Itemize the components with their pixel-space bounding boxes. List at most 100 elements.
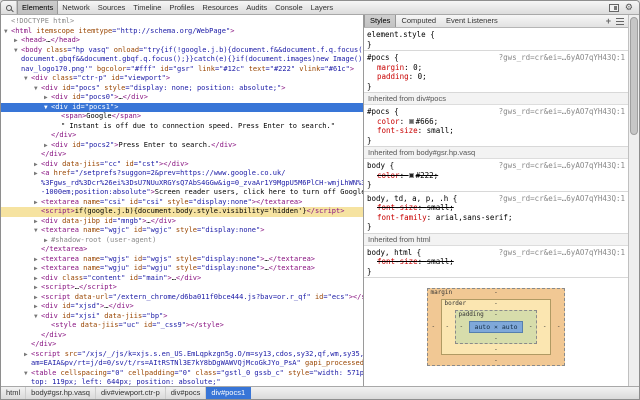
element-state-button list-icon[interactable] <box>616 17 624 25</box>
property-value[interactable]: #666 <box>416 117 434 126</box>
styles-tab-event-listeners[interactable]: Event Listeners <box>441 15 503 27</box>
property-name[interactable]: padding <box>377 72 409 81</box>
dom-tree-line[interactable]: ▶ <script>…</script> <box>1 283 363 293</box>
dom-tree-line[interactable]: ▶ <textarea name="csi" id="csi" style="di… <box>1 198 363 208</box>
css-property[interactable]: color: #666; <box>367 117 625 127</box>
css-property[interactable]: margin: 0; <box>367 63 625 73</box>
disclosure-arrow-icon[interactable]: ▶ <box>44 141 51 151</box>
property-name[interactable]: font-size <box>377 257 418 266</box>
disclosure-arrow-icon[interactable]: ▶ <box>14 36 21 46</box>
disclosure-arrow-icon[interactable]: ▶ <box>34 217 41 227</box>
dom-tree-line[interactable]: ▼ <table cellspacing="0" cellpadding="0" … <box>1 369 363 379</box>
tab-elements[interactable]: Elements <box>17 1 59 14</box>
dom-tree-line[interactable]: document.gbqf&&document.gbqf.q.focus();}… <box>1 55 363 65</box>
disclosure-arrow-icon[interactable]: ▶ <box>44 93 51 103</box>
disclosure-arrow-icon[interactable]: ▼ <box>24 369 31 379</box>
disclosure-arrow-icon[interactable]: ▶ <box>34 283 41 293</box>
disclosure-arrow-icon[interactable]: ▶ <box>34 255 41 265</box>
property-value[interactable]: small <box>427 257 450 266</box>
dom-tree-line[interactable]: ▼ <html itemscope itemtype="http://schema… <box>1 27 363 37</box>
disclosure-arrow-icon[interactable]: ▶ <box>34 169 41 179</box>
tab-network[interactable]: Network <box>58 1 94 14</box>
styles-tab-styles[interactable]: Styles <box>364 15 397 27</box>
crumb-div-pocs[interactable]: div#pocs <box>166 387 207 399</box>
disclosure-arrow-icon[interactable]: ▼ <box>34 84 41 94</box>
dom-tree-line[interactable]: </div> <box>1 131 363 141</box>
dom-tree-line[interactable]: ▶ <div id="xjsd">…</div> <box>1 302 363 312</box>
selector-text[interactable]: body <box>367 161 385 170</box>
property-name[interactable]: margin <box>377 63 404 72</box>
dom-tree-line[interactable]: ▼ <div id="xjsi" data-jiis="bp"> <box>1 312 363 322</box>
css-property[interactable]: font-size: small; <box>367 257 625 267</box>
dom-tree-line[interactable]: ▶ <textarea name="wgju" id="wgju" style="… <box>1 264 363 274</box>
disclosure-arrow-icon[interactable]: ▶ <box>44 236 51 246</box>
dom-tree-line[interactable]: top: 119px; left: 644px; position: absol… <box>1 378 363 386</box>
dom-tree-line[interactable]: %3Fgws_rd%3Dcr%26ei%3DsU7NUuXRGYsQ7AbS4G… <box>1 179 363 189</box>
tab-profiles[interactable]: Profiles <box>165 1 198 14</box>
dom-tree-line[interactable]: ▶ <div data-jiis="cc" id="cst"></div> <box>1 160 363 170</box>
disclosure-arrow-icon[interactable]: ▼ <box>14 46 21 56</box>
dom-tree-line[interactable]: ▼ <body class="hp vasq" onload="try{if(!g… <box>1 46 363 56</box>
styles-scrollbar[interactable] <box>628 15 639 386</box>
property-value[interactable]: small <box>427 126 450 135</box>
dom-tree-line[interactable]: nav_logo170.png'" bgcolor="#fff" id="gsr… <box>1 65 363 75</box>
dom-tree-line[interactable]: " Instant is off due to connection speed… <box>1 122 363 132</box>
new-style-rule-button plus-icon[interactable]: + <box>606 16 611 26</box>
property-name[interactable]: color <box>377 171 400 180</box>
dom-tree-line[interactable]: ▼ <div id="pocs" style="display: none; po… <box>1 84 363 94</box>
property-name[interactable]: font-size <box>377 203 418 212</box>
styles-tab-computed[interactable]: Computed <box>396 15 441 27</box>
dom-tree-line[interactable]: ▶ <textarea name="wgjs" id="wgjs" style="… <box>1 255 363 265</box>
property-value[interactable]: #222 <box>416 171 434 180</box>
crumb-html[interactable]: html <box>1 387 27 399</box>
selector-text[interactable]: #pocs <box>367 53 390 62</box>
disclosure-arrow-icon[interactable]: ▶ <box>24 350 31 360</box>
disclosure-arrow-icon[interactable]: ▼ <box>44 103 51 113</box>
dom-tree-line[interactable]: ▶ <script data-url="/extern_chrome/d6ba01… <box>1 293 363 303</box>
selector-text[interactable]: body, td, a, p, .h <box>367 194 448 203</box>
property-name[interactable]: font-size <box>377 126 418 135</box>
tab-layers[interactable]: Layers <box>307 1 338 14</box>
dom-tree-line[interactable]: ▶ <div class="content" id="main">…</div> <box>1 274 363 284</box>
disclosure-arrow-icon[interactable]: ▼ <box>34 312 41 322</box>
tab-console[interactable]: Console <box>271 1 307 14</box>
selector-text[interactable]: #pocs <box>367 107 390 116</box>
css-property[interactable]: font-size: small; <box>367 126 625 136</box>
dom-tree-line[interactable]: ▶ <a href="/setprefs?suggon=2&prev=https:… <box>1 169 363 179</box>
selector-text[interactable]: element.style <box>367 30 426 39</box>
tab-resources[interactable]: Resources <box>198 1 242 14</box>
gear-icon[interactable]: ⚙ <box>625 1 633 14</box>
dom-tree-line[interactable]: ▶ <div id="pocs0">…</div> <box>1 93 363 103</box>
disclosure-arrow-icon[interactable]: ▶ <box>34 274 41 284</box>
css-property[interactable]: font-family: arial,sans-serif; <box>367 213 625 223</box>
dom-tree-line[interactable]: </div> <box>1 340 363 350</box>
disclosure-arrow-icon[interactable]: ▶ <box>34 198 41 208</box>
scrollbar-thumb[interactable] <box>630 17 638 135</box>
property-value[interactable]: small <box>427 203 450 212</box>
stylesheet-link[interactable]: ?gws_rd=cr&ei=…6yAO7qYH43Q:1 <box>499 107 625 117</box>
property-value[interactable]: arial,sans-serif <box>436 213 508 222</box>
disclosure-arrow-icon[interactable]: ▶ <box>34 160 41 170</box>
crumb-div-viewport-ctr-p[interactable]: div#viewport.ctr-p <box>96 387 166 399</box>
dom-tree-line[interactable]: ▶ #shadow-root (user-agent) <box>1 236 363 246</box>
property-name[interactable]: color <box>377 117 400 126</box>
tab-timeline[interactable]: Timeline <box>129 1 165 14</box>
stylesheet-link[interactable]: ?gws_rd=cr&ei=…6yAO7qYH43Q:1 <box>499 53 625 63</box>
dom-tree-line[interactable]: <script>if(google.j.b){document.body.sty… <box>1 207 363 217</box>
selector-text[interactable]: body, html <box>367 248 412 257</box>
disclosure-arrow-icon[interactable]: ▼ <box>4 27 11 37</box>
crumb-div-pocs1[interactable]: div#pocs1 <box>206 387 252 399</box>
disclosure-arrow-icon[interactable]: ▼ <box>24 74 31 84</box>
dom-tree-line[interactable]: ▶ <div id="pocs2">Press Enter to search.<… <box>1 141 363 151</box>
stylesheet-link[interactable]: ?gws_rd=cr&ei=…6yAO7qYH43Q:1 <box>499 161 625 171</box>
property-name[interactable]: font-family <box>377 213 427 222</box>
tab-sources[interactable]: Sources <box>94 1 130 14</box>
dom-tree-line[interactable]: am=EAIA&pv/rt=j/d=0/sv/t/rs=AItRSTNl3E7k… <box>1 359 363 369</box>
dom-tree-line[interactable]: ▼ <div class="ctr-p" id="viewport"> <box>1 74 363 84</box>
dom-tree-line[interactable]: </div> <box>1 150 363 160</box>
dom-tree-line[interactable]: <style data-jiis="uc" id="_css9"></style… <box>1 321 363 331</box>
disclosure-arrow-icon[interactable]: ▶ <box>34 302 41 312</box>
dock-icon[interactable] <box>608 3 619 12</box>
dom-tree-line[interactable]: -1000em;position:absolute">Screen reader… <box>1 188 363 198</box>
inspect-element-button[interactable] <box>1 1 17 14</box>
